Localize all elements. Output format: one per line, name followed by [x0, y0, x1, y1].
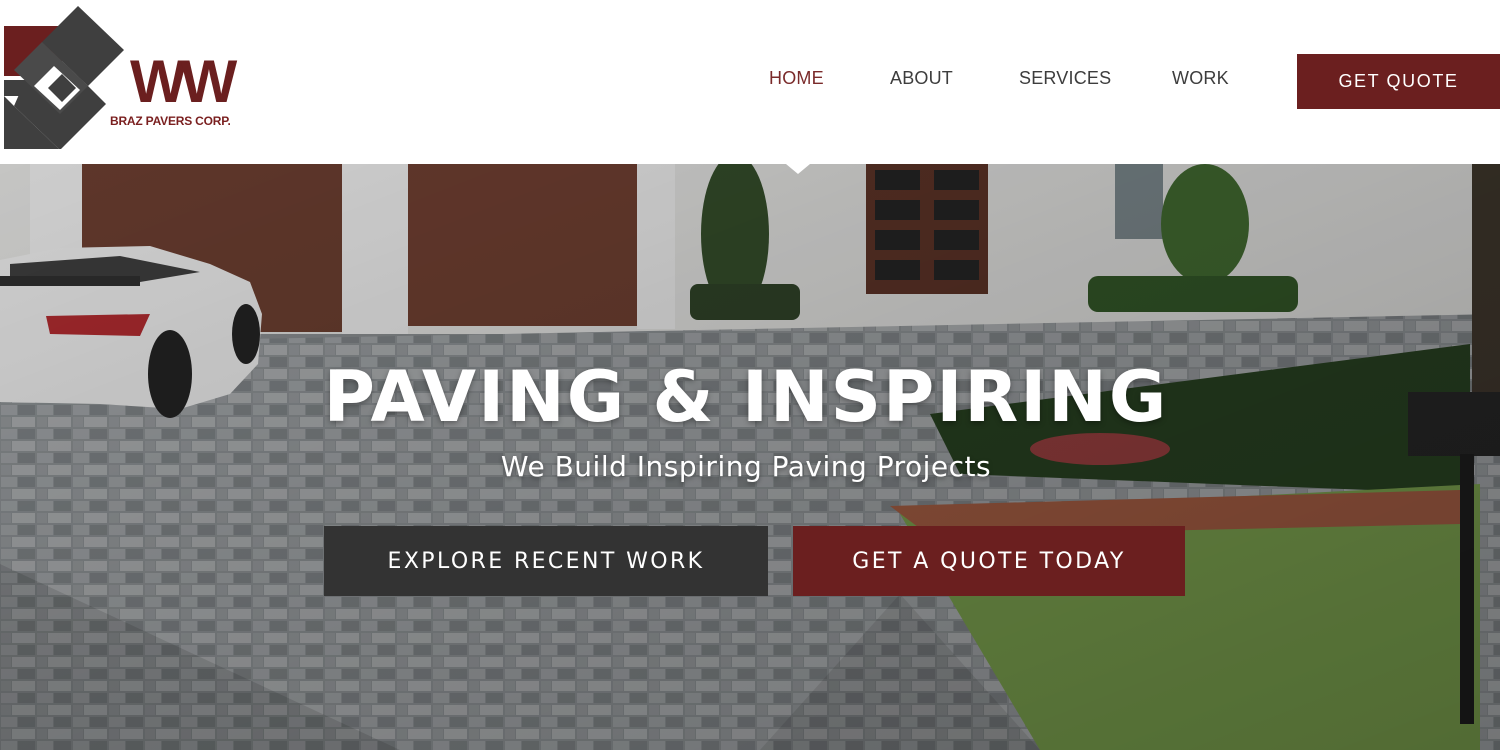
hero-title: PAVING & INSPIRING: [323, 356, 1169, 438]
active-nav-indicator: [786, 164, 810, 174]
logo-monogram: WW: [130, 48, 238, 115]
get-a-quote-today-button[interactable]: GET A QUOTE TODAY: [793, 526, 1185, 596]
site-header: WW BRAZ PAVERS CORP. HOME ABOUT SERVICES…: [0, 0, 1500, 164]
nav-about[interactable]: ABOUT: [890, 68, 953, 89]
nav-services[interactable]: SERVICES: [1019, 68, 1111, 89]
nav-work[interactable]: WORK: [1172, 68, 1229, 89]
logo-company-name: BRAZ PAVERS CORP.: [110, 114, 231, 128]
explore-recent-work-button[interactable]: EXPLORE RECENT WORK: [324, 526, 768, 596]
hero-subtitle: We Build Inspiring Paving Projects: [500, 450, 992, 483]
get-quote-button[interactable]: GET QUOTE: [1297, 54, 1500, 109]
nav-home[interactable]: HOME: [769, 68, 824, 89]
logo[interactable]: WW BRAZ PAVERS CORP.: [2, 4, 252, 150]
hero-section: PAVING & INSPIRING We Build Inspiring Pa…: [0, 164, 1500, 750]
